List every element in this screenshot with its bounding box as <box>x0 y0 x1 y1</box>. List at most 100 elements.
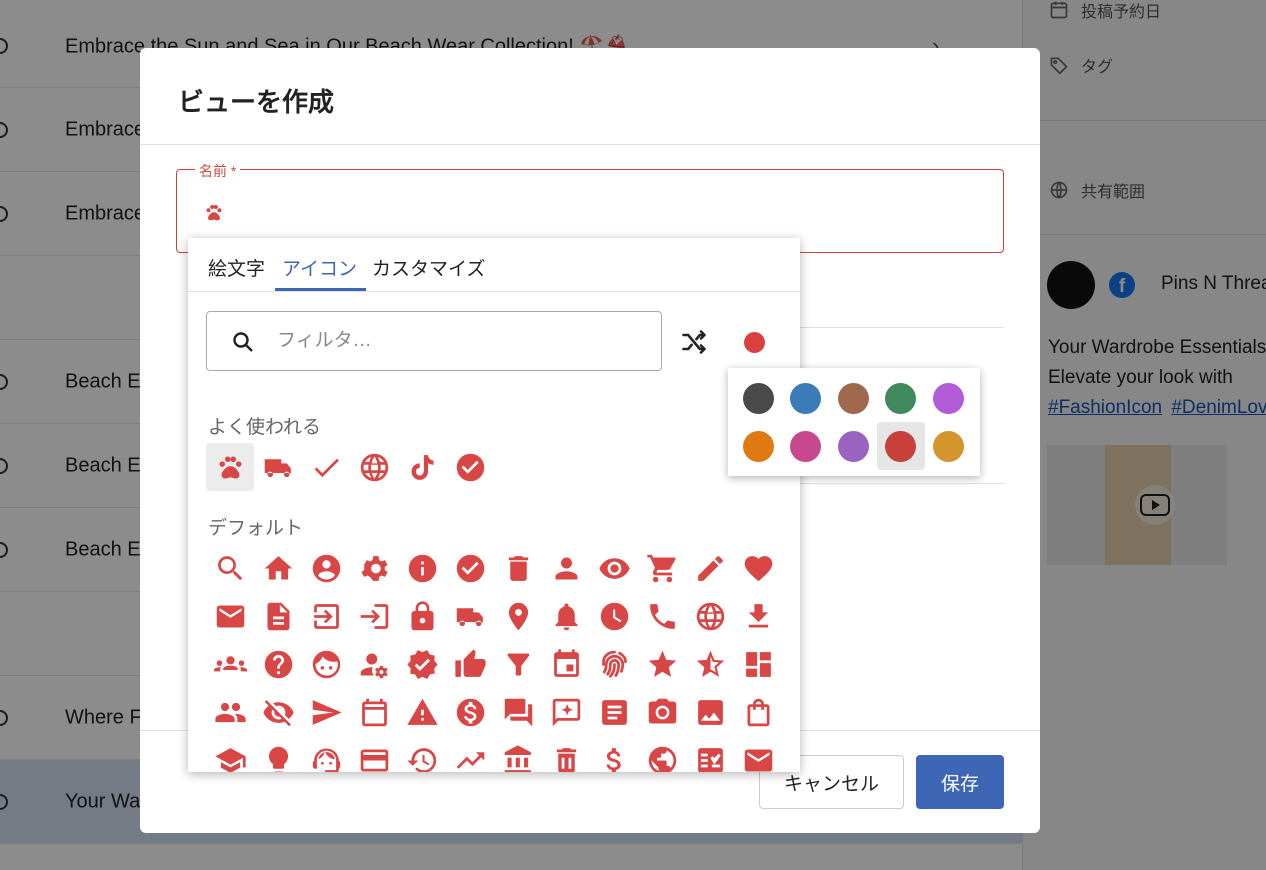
cart-icon[interactable] <box>638 544 686 592</box>
color-swatch-dot <box>885 430 916 462</box>
calendar-icon[interactable] <box>350 688 398 736</box>
color-swatch-dot <box>742 430 774 462</box>
envelope-icon[interactable] <box>734 736 782 772</box>
eye-icon[interactable] <box>590 544 638 592</box>
warning-icon[interactable] <box>398 688 446 736</box>
logout-icon[interactable] <box>302 592 350 640</box>
icon-filter-input[interactable] <box>277 324 637 358</box>
tab-icons[interactable]: アイコン <box>282 254 357 281</box>
gear-icon[interactable] <box>350 544 398 592</box>
check-icon[interactable] <box>302 443 350 491</box>
camera-icon[interactable] <box>638 688 686 736</box>
globe-icon[interactable] <box>350 443 398 491</box>
tab-emoji[interactable]: 絵文字 <box>208 254 265 281</box>
color-swatch[interactable] <box>924 374 972 422</box>
document-icon[interactable] <box>254 592 302 640</box>
heart-icon[interactable] <box>734 544 782 592</box>
credit-card-icon[interactable] <box>350 736 398 772</box>
field-underline <box>800 483 1004 484</box>
color-swatch-dot <box>837 382 869 414</box>
default-section-title: デフォルト <box>208 518 304 539</box>
search-icon <box>233 332 253 352</box>
people-icon[interactable] <box>206 688 254 736</box>
location-pin-icon[interactable] <box>494 592 542 640</box>
phone-icon[interactable] <box>638 592 686 640</box>
fingerprint-icon[interactable] <box>590 640 638 688</box>
filter-icon[interactable] <box>494 640 542 688</box>
public-icon[interactable] <box>638 736 686 772</box>
clock-icon[interactable] <box>590 592 638 640</box>
color-swatch-dot <box>790 430 821 462</box>
dollar-circle-icon[interactable] <box>446 688 494 736</box>
star-icon[interactable] <box>638 640 686 688</box>
send-icon[interactable] <box>302 688 350 736</box>
home-icon[interactable] <box>254 544 302 592</box>
frequent-section-title: よく使われる <box>208 417 322 438</box>
color-swatch[interactable] <box>782 422 830 470</box>
icon-filter-field[interactable] <box>206 311 662 371</box>
search-icon[interactable] <box>206 544 254 592</box>
help-icon[interactable] <box>254 640 302 688</box>
tab-customize[interactable]: カスタマイズ <box>372 254 485 281</box>
color-swatch-dot <box>932 430 964 462</box>
active-tab-indicator <box>275 288 366 291</box>
lightbulb-icon[interactable] <box>254 736 302 772</box>
support-agent-icon[interactable] <box>302 736 350 772</box>
color-swatch-dot <box>885 382 916 414</box>
color-swatch[interactable] <box>829 422 877 470</box>
groups-icon[interactable] <box>206 640 254 688</box>
login-icon[interactable] <box>350 592 398 640</box>
globe-icon[interactable] <box>686 592 734 640</box>
color-swatch[interactable] <box>876 422 925 470</box>
tiktok-icon[interactable] <box>398 443 446 491</box>
save-button[interactable]: 保存 <box>916 755 1004 809</box>
manage-accounts-icon[interactable] <box>350 640 398 688</box>
event-icon[interactable] <box>542 640 590 688</box>
history-icon[interactable] <box>398 736 446 772</box>
color-swatch-dot <box>790 382 821 414</box>
bank-icon[interactable] <box>494 736 542 772</box>
color-swatch[interactable] <box>829 374 877 422</box>
visibility-off-icon[interactable] <box>254 688 302 736</box>
shuffle-icon[interactable] <box>680 328 708 356</box>
lock-icon[interactable] <box>398 592 446 640</box>
forum-icon[interactable] <box>494 688 542 736</box>
mail-icon[interactable] <box>206 592 254 640</box>
person-icon[interactable] <box>542 544 590 592</box>
dollar-icon[interactable] <box>590 736 638 772</box>
reviews-icon[interactable] <box>542 688 590 736</box>
star-half-icon[interactable] <box>686 640 734 688</box>
truck-icon[interactable] <box>254 443 302 491</box>
download-icon[interactable] <box>734 592 782 640</box>
check-circle-icon[interactable] <box>446 544 494 592</box>
check-circle-icon[interactable] <box>446 443 494 491</box>
dashboard-icon[interactable] <box>734 640 782 688</box>
face-icon[interactable] <box>302 640 350 688</box>
account-circle-icon[interactable] <box>302 544 350 592</box>
color-swatch[interactable] <box>734 422 782 470</box>
color-swatch[interactable] <box>877 374 925 422</box>
icon-color-button[interactable] <box>744 332 765 353</box>
verified-icon[interactable] <box>398 640 446 688</box>
info-icon[interactable] <box>398 544 446 592</box>
paw-icon[interactable] <box>203 202 225 224</box>
bell-icon[interactable] <box>542 592 590 640</box>
dialog-divider <box>140 144 1040 145</box>
trash-icon[interactable] <box>494 544 542 592</box>
article-icon[interactable] <box>590 688 638 736</box>
color-swatch-dot <box>837 430 869 462</box>
color-swatch[interactable] <box>924 422 972 470</box>
color-swatch[interactable] <box>734 374 782 422</box>
image-icon[interactable] <box>686 688 734 736</box>
shopping-bag-icon[interactable] <box>734 688 782 736</box>
color-swatch-dot <box>932 382 964 414</box>
school-icon[interactable] <box>206 736 254 772</box>
truck-icon[interactable] <box>446 592 494 640</box>
pencil-icon[interactable] <box>686 544 734 592</box>
checklist-icon[interactable] <box>686 736 734 772</box>
trending-up-icon[interactable] <box>446 736 494 772</box>
color-swatch[interactable] <box>782 374 830 422</box>
thumb-up-icon[interactable] <box>446 640 494 688</box>
paw-icon[interactable] <box>206 443 254 491</box>
delete-icon[interactable] <box>542 736 590 772</box>
